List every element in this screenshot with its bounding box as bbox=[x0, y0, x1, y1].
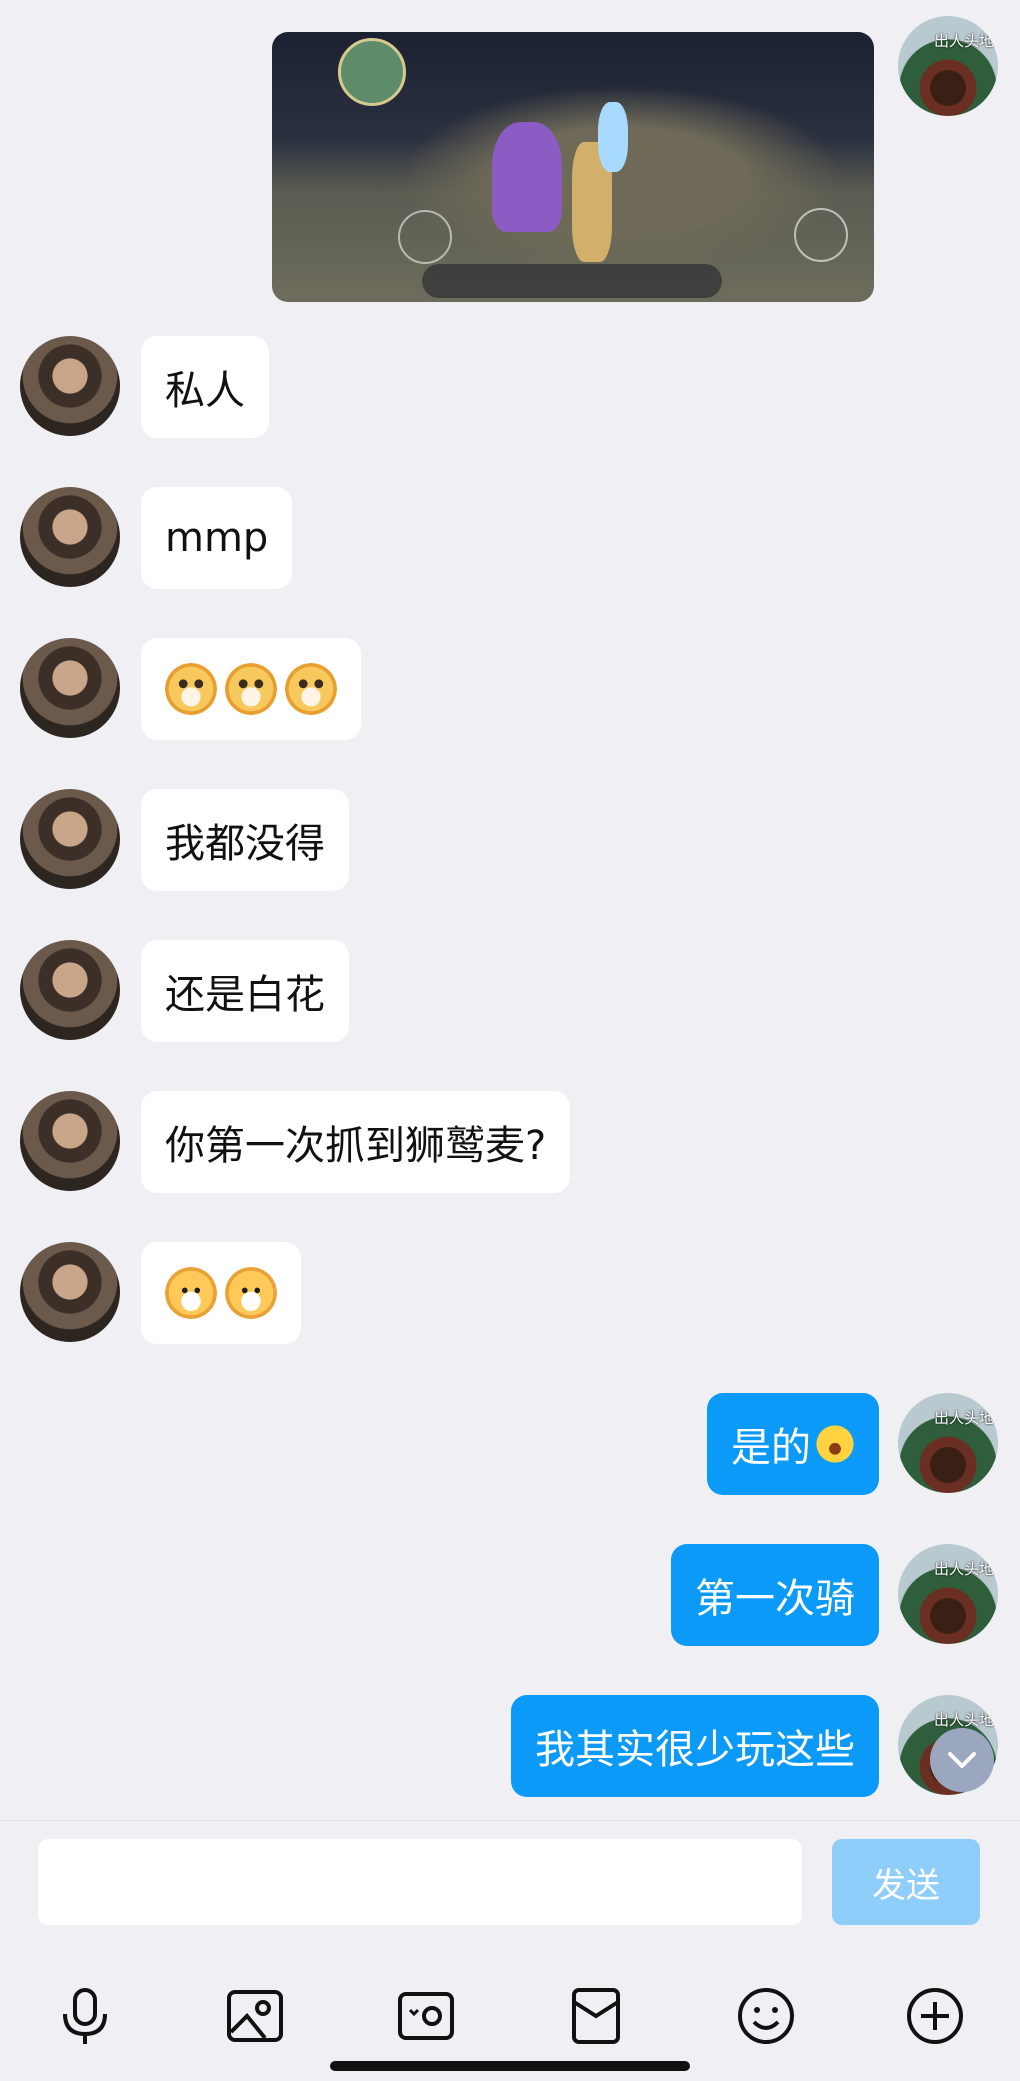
message-bubble[interactable]: 我其实很少玩这些 bbox=[511, 1695, 879, 1797]
game-skill-bar bbox=[422, 264, 722, 298]
message-bubble[interactable]: 我都没得 bbox=[141, 789, 349, 891]
cat-sticker-icon bbox=[165, 1267, 217, 1319]
message-input[interactable] bbox=[38, 1839, 802, 1925]
avatar-caption: 出人头地 bbox=[933, 32, 994, 50]
peer-avatar[interactable] bbox=[20, 638, 120, 738]
red-packet-icon bbox=[572, 1988, 620, 2044]
peer-avatar[interactable] bbox=[20, 336, 120, 436]
game-screenshot-image[interactable] bbox=[272, 32, 874, 302]
peer-avatar[interactable] bbox=[20, 1091, 120, 1191]
composer-bar: 发送 bbox=[0, 1820, 1020, 2081]
image-icon bbox=[227, 1990, 283, 2042]
message-bubble[interactable]: 第一次骑 bbox=[671, 1544, 879, 1646]
game-character-pet bbox=[492, 122, 562, 232]
plus-icon bbox=[907, 1988, 963, 2044]
avatar-caption: 出人头地 bbox=[933, 1560, 994, 1578]
avatar-caption: 出人头地 bbox=[933, 1711, 994, 1729]
dog-sticker-icon bbox=[165, 663, 217, 715]
chat-history[interactable]: 出人头地 私人 mmp 我都没得 还是白花 你第一次抓到狮鹫麦? 是的 出人头地… bbox=[0, 0, 1020, 1820]
game-joystick bbox=[398, 210, 452, 264]
peer-avatar[interactable] bbox=[20, 940, 120, 1040]
laughing-tears-emoji-icon bbox=[815, 1424, 855, 1464]
message-bubble[interactable]: mmp bbox=[141, 487, 293, 589]
dog-sticker-icon bbox=[285, 663, 337, 715]
emoji-button[interactable] bbox=[733, 1983, 799, 2049]
peer-avatar[interactable] bbox=[20, 487, 120, 587]
send-button[interactable]: 发送 bbox=[832, 1839, 980, 1925]
camera-icon bbox=[398, 1992, 454, 2040]
my-avatar[interactable]: 出人头地 bbox=[898, 16, 998, 116]
camera-button[interactable] bbox=[393, 1983, 459, 2049]
more-button[interactable] bbox=[902, 1983, 968, 2049]
scroll-to-bottom-button[interactable] bbox=[930, 1728, 994, 1792]
peer-avatar[interactable] bbox=[20, 789, 120, 889]
chevron-down-icon bbox=[948, 1752, 976, 1768]
minimap bbox=[338, 38, 406, 106]
game-attack-button bbox=[794, 208, 848, 262]
microphone-icon bbox=[63, 1988, 107, 2044]
album-button[interactable] bbox=[222, 1983, 288, 2049]
dog-sticker-icon bbox=[225, 663, 277, 715]
sticker-bubble[interactable] bbox=[141, 638, 361, 740]
my-avatar[interactable]: 出人头地 bbox=[898, 1393, 998, 1493]
peer-avatar[interactable] bbox=[20, 1242, 120, 1342]
my-avatar[interactable]: 出人头地 bbox=[898, 1544, 998, 1644]
avatar-caption: 出人头地 bbox=[933, 1409, 994, 1427]
game-crystal bbox=[598, 102, 628, 172]
home-indicator bbox=[330, 2061, 690, 2071]
message-text: 是的 bbox=[731, 1425, 811, 1471]
cat-sticker-icon bbox=[225, 1267, 277, 1319]
sticker-bubble[interactable] bbox=[141, 1242, 301, 1344]
message-bubble[interactable]: 私人 bbox=[141, 336, 269, 438]
smiley-icon bbox=[738, 1988, 794, 2044]
voice-button[interactable] bbox=[52, 1983, 118, 2049]
red-packet-button[interactable] bbox=[563, 1983, 629, 2049]
message-bubble[interactable]: 你第一次抓到狮鹫麦? bbox=[141, 1091, 571, 1193]
message-bubble[interactable]: 是的 bbox=[707, 1393, 879, 1495]
message-bubble[interactable]: 还是白花 bbox=[141, 940, 349, 1042]
